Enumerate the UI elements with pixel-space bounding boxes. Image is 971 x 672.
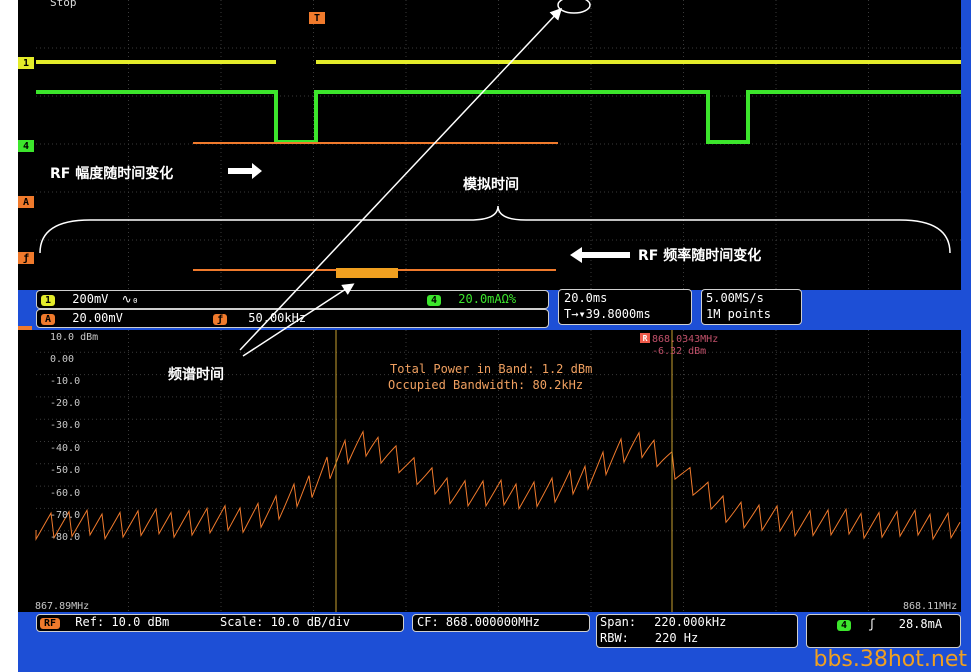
timeline-highlight	[557, 0, 591, 14]
arrow-to-timeline	[239, 7, 563, 351]
watermark: bbs.38hot.net	[813, 647, 967, 672]
annotation-arrows	[39, 0, 951, 357]
right-arrow-icon	[228, 163, 262, 179]
arrow-to-spectrum-window	[242, 283, 355, 357]
left-arrow-icon	[570, 247, 630, 263]
brace-analog	[39, 205, 951, 254]
